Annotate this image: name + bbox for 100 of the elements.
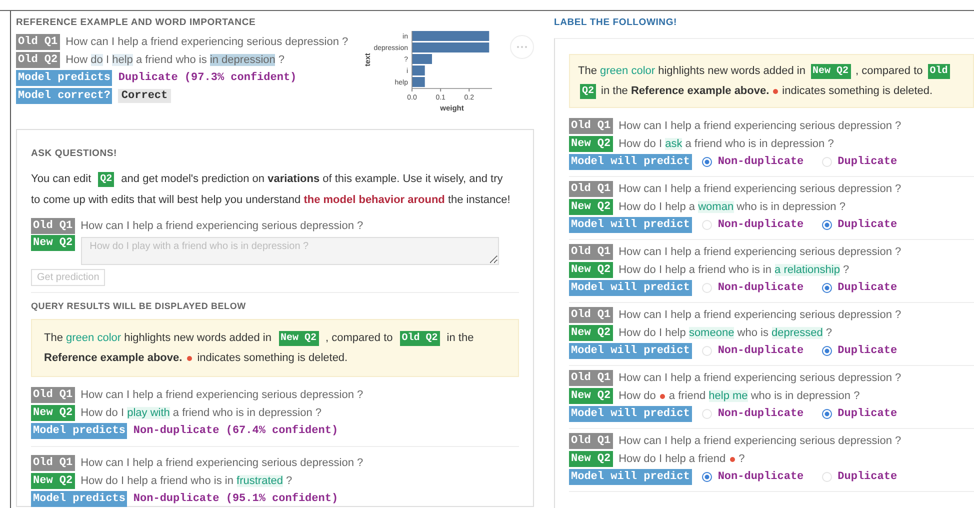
deletion-marker: [730, 456, 735, 462]
prediction-tag: Model will predict: [569, 154, 692, 170]
option-label[interactable]: Duplicate: [838, 408, 898, 420]
bar: [412, 66, 425, 76]
option-label[interactable]: Non-duplicate: [718, 471, 804, 483]
question-text: How can I help a friend experiencing serious depression ?: [618, 246, 902, 258]
question-text: How do I help a woman who is in depression ?: [618, 201, 846, 213]
question-tag: New Q2: [31, 235, 75, 251]
instruction-text: You can edit: [31, 172, 92, 187]
more-icon[interactable]: [510, 35, 534, 59]
note-text: Reference example above.: [44, 351, 182, 366]
option-label[interactable]: Non-duplicate: [718, 408, 804, 420]
question-text: How can I help a friend experiencing serious depression ?: [618, 120, 902, 132]
instruction-text: and get model's prediction on variations of this example. Use it wisely, and try: [121, 172, 503, 187]
section-title: ASK QUESTIONS!: [31, 148, 118, 159]
question-tag: Old Q1: [31, 455, 75, 471]
prediction-tag: Model predicts: [31, 423, 128, 439]
note-text: indicates something is deleted.: [782, 84, 933, 99]
question-input[interactable]: How do I play with a friend who is in depression ?: [80, 237, 499, 265]
prediction-tag: Model will predict: [569, 343, 692, 359]
question-text: How can I help a friend experiencing serious depression ?: [618, 309, 902, 321]
question-tag: Q2: [98, 172, 114, 187]
bar: [412, 54, 432, 64]
question-tag: New Q2: [569, 262, 613, 278]
question-text: a friend help me who is in depression ?: [668, 390, 860, 402]
option-label[interactable]: Non-duplicate: [718, 282, 804, 294]
question-text: How can I help a friend experiencing serious depression ?: [80, 457, 364, 469]
question-text: How can I help a friend experiencing serious depression ?: [618, 372, 902, 384]
prediction-tag: Model will predict: [569, 469, 692, 485]
prediction-tag: Model will predict: [569, 280, 692, 296]
note-text: The green color highlights new words added in: [44, 331, 272, 346]
radio-button[interactable]: [822, 283, 832, 293]
question-text: How can I help a friend experiencing serious depression ?: [66, 36, 348, 48]
question-tag: Old Q1: [16, 34, 60, 50]
note-text: in the Reference example above.: [601, 84, 770, 99]
question-tag: Old Q1: [569, 307, 613, 323]
radio-button[interactable]: [822, 220, 832, 230]
note-text: , compared to: [326, 331, 393, 346]
question-text: How do I play with a friend who is in depression ?: [80, 407, 322, 419]
question-text: How can I help a friend experiencing serious depression ?: [80, 389, 364, 401]
question-text: How can I help a friend experiencing serious depression ?: [618, 435, 902, 447]
note-text: The green color highlights new words added in: [578, 64, 806, 79]
section-title: REFERENCE EXAMPLE AND WORD IMPORTANCE: [16, 17, 257, 28]
radio-button[interactable]: [702, 472, 712, 482]
question-text: How do I help a friend: [618, 453, 726, 465]
correctness-value: Correct: [118, 89, 171, 103]
question-tag: Old Q1: [31, 387, 75, 403]
question-text: How can I help a friend experiencing serious depression ?: [80, 220, 364, 232]
question-tag: New Q2: [810, 64, 851, 78]
question-tag: New Q2: [569, 325, 613, 341]
note-text: , compared to: [856, 64, 923, 79]
question-tag: Old: [928, 64, 950, 78]
bar: [412, 77, 425, 87]
question-tag: Old Q1: [569, 370, 613, 386]
question-tag: New Q2: [278, 330, 319, 346]
question-text: How can I help a friend experiencing serious depression ?: [618, 183, 902, 195]
radio-button[interactable]: [822, 346, 832, 356]
prediction-tag: Model will predict: [569, 406, 692, 422]
question-tag: Old Q2: [16, 52, 60, 68]
section-title: LABEL THE FOLLOWING!: [554, 17, 678, 28]
deletion-marker: [187, 356, 192, 360]
question-tag: New Q2: [569, 451, 613, 467]
question-text: How do I ask a friend who is in depression ?: [618, 138, 834, 150]
instruction-text: to come up with edits that will best help you understand the model behavior around the instance!: [31, 193, 510, 208]
question-tag: New Q2: [31, 473, 75, 489]
prediction-text: Duplicate (97.3% confident): [118, 72, 297, 84]
question-tag: New Q2: [569, 388, 613, 404]
option-label[interactable]: Duplicate: [838, 156, 898, 168]
question-tag: Old Q1: [569, 181, 613, 197]
prediction-text: Non-duplicate (95.1% confident): [133, 493, 338, 505]
radio-button[interactable]: [822, 409, 832, 419]
question-tag: Old Q1: [569, 244, 613, 260]
option-label[interactable]: Non-duplicate: [718, 156, 804, 168]
option-label[interactable]: Duplicate: [838, 282, 898, 294]
question-tag: Q2: [580, 84, 596, 98]
prediction-tag: Model predicts: [16, 70, 112, 86]
option-label[interactable]: Duplicate: [838, 219, 898, 231]
question-tag: New Q2: [569, 199, 613, 215]
question-text: How do: [618, 390, 656, 402]
prediction-tag: Model will predict: [569, 217, 692, 233]
correctness-tag: Model correct?: [16, 88, 112, 104]
radio-button[interactable]: [702, 157, 712, 167]
section-title: QUERY RESULTS WILL BE DISPLAYED BELOW: [31, 301, 247, 311]
question-text: How do I help a friend who is in a relationship ?: [618, 264, 850, 276]
question-text: How do I help someone who is depressed ?: [618, 327, 832, 339]
question-tag: Old Q1: [569, 433, 613, 449]
question-text: ?: [738, 453, 745, 465]
note-text: in the: [446, 331, 474, 346]
question-text: How do I help a friend who is in frustrated ?: [80, 475, 292, 487]
question-tag: Old Q2: [400, 330, 440, 346]
option-label[interactable]: Duplicate: [838, 471, 898, 483]
option-label[interactable]: Non-duplicate: [718, 345, 804, 357]
option-label[interactable]: Non-duplicate: [718, 219, 804, 231]
deletion-marker: [660, 394, 665, 398]
note-text: indicates something is deleted.: [197, 351, 348, 366]
option-label[interactable]: Duplicate: [838, 345, 898, 357]
question-tag: Old Q1: [569, 118, 613, 134]
prediction-tag: Model predicts: [31, 491, 128, 507]
prediction-text: Non-duplicate (67.4% confident): [133, 425, 338, 437]
deletion-marker: [773, 88, 778, 94]
